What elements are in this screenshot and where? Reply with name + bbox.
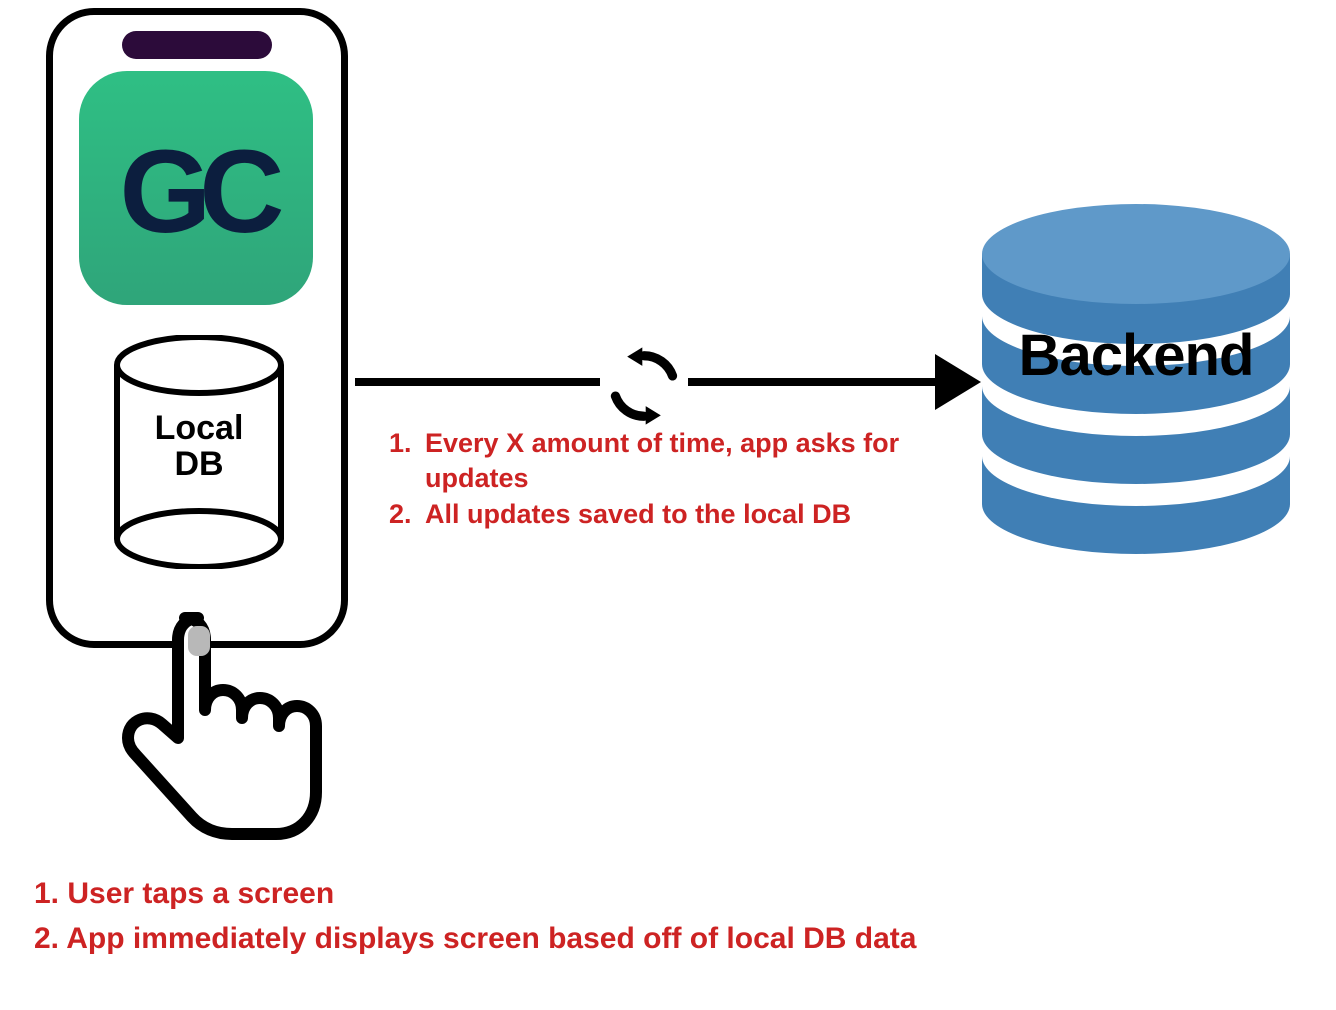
app-icon-text: GC	[120, 124, 273, 260]
app-icon: GC	[79, 71, 313, 305]
local-db-label-line-1: Local	[155, 409, 244, 447]
tap-hand-icon	[110, 600, 330, 840]
backend-database-icon: Backend	[976, 204, 1296, 564]
sync-step-item: Every X amount of time, app asks for upd…	[419, 426, 925, 495]
sync-arrow-head	[935, 354, 981, 410]
local-db-cylinder-icon: Local DB	[111, 335, 287, 569]
sync-icon	[600, 342, 688, 430]
sync-steps-list: Every X amount of time, app asks for upd…	[385, 426, 925, 534]
phone-notch	[122, 31, 272, 59]
user-steps-list: 1. User taps a screen 2. App immediately…	[34, 874, 916, 963]
user-step-item: 1. User taps a screen	[34, 874, 916, 915]
local-db-label-line-2: DB	[174, 445, 223, 483]
backend-label: Backend	[976, 322, 1296, 389]
sync-step-item: All updates saved to the local DB	[419, 497, 925, 532]
user-step-item: 2. App immediately displays screen based…	[34, 919, 916, 960]
phone-outline: GC Local DB	[46, 8, 348, 648]
